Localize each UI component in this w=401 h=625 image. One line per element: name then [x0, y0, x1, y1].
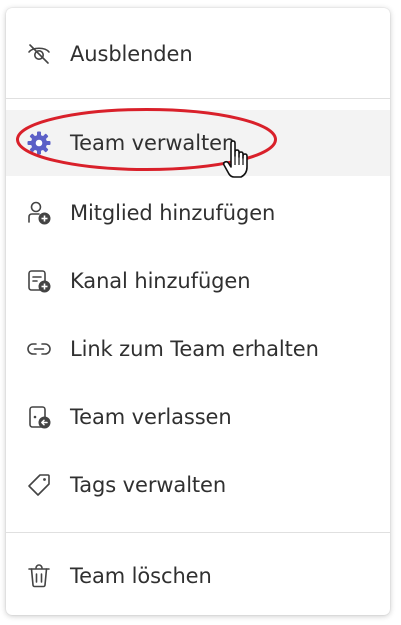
add-person-icon — [26, 200, 52, 226]
menu-item-label: Link zum Team erhalten — [70, 337, 319, 361]
trash-icon — [26, 563, 52, 589]
menu-item-manage-tags[interactable]: Tags verwalten — [6, 452, 390, 518]
menu-item-label: Ausblenden — [70, 42, 193, 66]
link-icon — [26, 336, 52, 362]
menu-item-label: Team verwalten — [70, 131, 236, 155]
menu-item-label: Team löschen — [70, 564, 212, 588]
menu-item-label: Kanal hinzufügen — [70, 269, 251, 293]
team-context-menu: Ausblenden Team verwalten Mitglied hinzu… — [6, 8, 390, 615]
tag-icon — [26, 472, 52, 498]
menu-item-add-member[interactable]: Mitglied hinzufügen — [6, 180, 390, 246]
gear-icon — [26, 130, 52, 156]
menu-item-manage-team[interactable]: Team verwalten — [6, 110, 390, 176]
menu-item-label: Mitglied hinzufügen — [70, 201, 276, 225]
menu-item-leave-team[interactable]: Team verlassen — [6, 384, 390, 450]
menu-item-label: Team verlassen — [70, 405, 232, 429]
menu-divider — [6, 532, 390, 533]
eye-off-icon — [26, 41, 52, 67]
menu-item-delete-team[interactable]: Team löschen — [6, 543, 390, 609]
add-channel-icon — [26, 268, 52, 294]
leave-team-icon — [26, 404, 52, 430]
menu-item-get-link[interactable]: Link zum Team erhalten — [6, 316, 390, 382]
menu-item-label: Tags verwalten — [70, 473, 227, 497]
menu-divider — [6, 98, 390, 99]
menu-item-add-channel[interactable]: Kanal hinzufügen — [6, 248, 390, 314]
menu-item-hide[interactable]: Ausblenden — [6, 21, 390, 87]
